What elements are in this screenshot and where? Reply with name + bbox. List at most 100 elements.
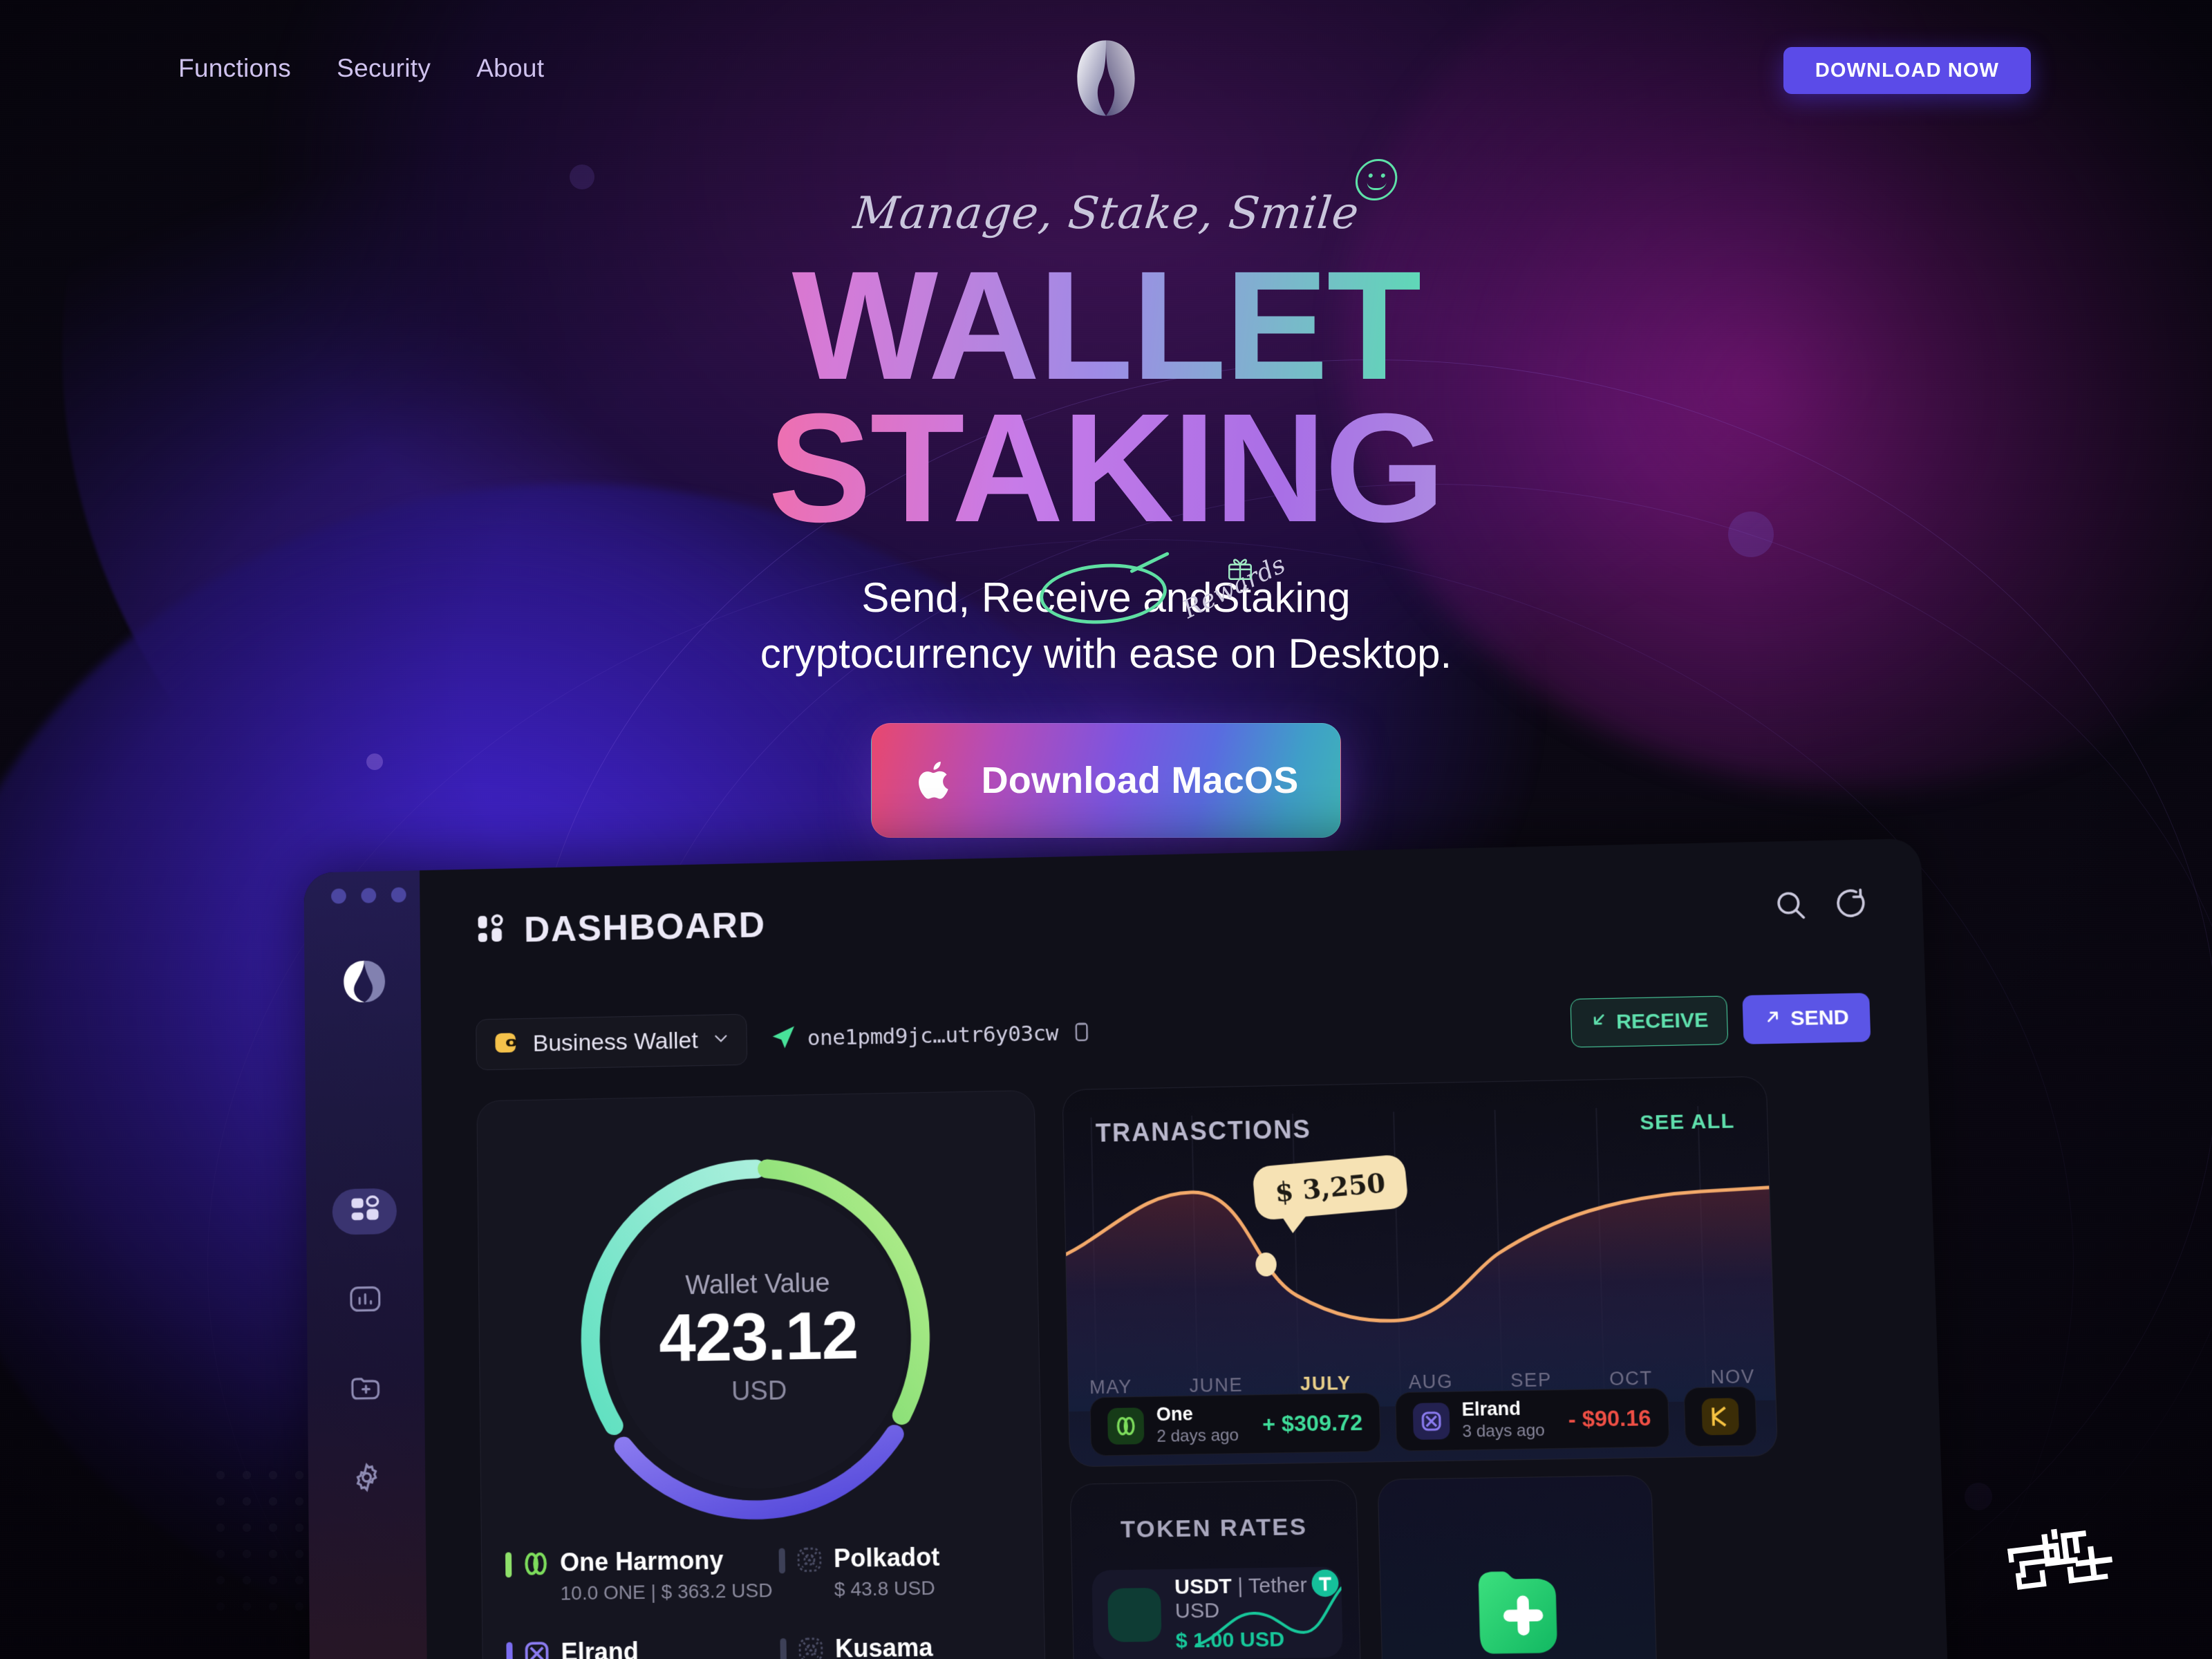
wallet-value-label: Wallet Value bbox=[685, 1268, 830, 1301]
token-name: Kusama bbox=[834, 1632, 933, 1659]
arrow-up-right-icon bbox=[1763, 1007, 1782, 1031]
elrond-icon bbox=[522, 1638, 552, 1659]
transaction-amount: + $309.72 bbox=[1262, 1409, 1363, 1436]
token-color-bar bbox=[506, 1642, 513, 1659]
brand-logo-icon[interactable] bbox=[1061, 33, 1151, 123]
folder-plus-icon bbox=[350, 1374, 382, 1405]
token-rates-title: TOKEN RATES bbox=[1120, 1513, 1308, 1544]
axis-tick-may: MAY bbox=[1089, 1376, 1133, 1398]
kufic-signature-logo bbox=[1998, 1519, 2129, 1595]
search-icon[interactable] bbox=[1773, 888, 1808, 926]
token-rate-row-usdt[interactable]: USDT | Tether USD $ 1.00 USD bbox=[1091, 1566, 1343, 1659]
arrow-down-left-icon bbox=[1589, 1011, 1608, 1035]
hero-tagline: Manage, Stake, Smile bbox=[851, 159, 1399, 239]
dashboard-window: DASHBOARD Business Wallet one1pmd9jc…utr… bbox=[303, 838, 1950, 1659]
page-title: DASHBOARD bbox=[475, 881, 1867, 952]
tether-icon bbox=[1107, 1569, 1339, 1642]
nav-links: Functions Security About bbox=[178, 54, 544, 83]
header-tools bbox=[1773, 887, 1866, 926]
green-plus-folder-icon bbox=[1463, 1553, 1573, 1659]
hero-headline-line1: WALLET bbox=[0, 248, 2212, 403]
token-color-bar bbox=[780, 1638, 787, 1659]
wallet-value-card: Wallet Value 423.12 USD One Harmony 10.0… bbox=[476, 1089, 1048, 1659]
transaction-name: Elrand bbox=[1461, 1398, 1521, 1421]
token-amount: 10.0 ONE | $ 363.2 USD bbox=[560, 1579, 773, 1604]
token-item-polkadot[interactable]: Polkadot $ 43.8 USD bbox=[778, 1541, 1029, 1601]
transaction-row-one[interactable]: One 2 days ago + $309.72 bbox=[1089, 1392, 1381, 1456]
token-name: Polkadot bbox=[833, 1542, 940, 1573]
harmony-icon bbox=[521, 1549, 550, 1579]
kusama-icon bbox=[796, 1635, 826, 1659]
page-root: Functions Security About DOWNLOAD NOW Ma… bbox=[0, 0, 2212, 1659]
dashboard-grid-icon bbox=[349, 1194, 379, 1229]
top-navigation: Functions Security About DOWNLOAD NOW bbox=[0, 0, 2212, 145]
axis-tick-june: JUNE bbox=[1189, 1374, 1244, 1396]
sidebar-item-settings[interactable] bbox=[335, 1455, 400, 1502]
send-button-label: SEND bbox=[1790, 1006, 1850, 1031]
axis-tick-aug: AUG bbox=[1408, 1371, 1454, 1393]
chevron-down-icon bbox=[710, 1028, 731, 1053]
hero-subtitle: Send, Receive andStaking cryptocurrency … bbox=[760, 550, 1452, 682]
wallet-value-amount: 423.12 bbox=[658, 1297, 859, 1376]
sidebar-item-dashboard[interactable] bbox=[332, 1188, 397, 1235]
nav-item-functions[interactable]: Functions bbox=[178, 54, 291, 83]
hero-headline: WALLET STAKING bbox=[0, 248, 2212, 545]
sidebar-nav bbox=[306, 1188, 426, 1503]
estimated-earnings-card: ESTIMATED EARNINGS FROM CURRENT APR bbox=[1377, 1474, 1660, 1659]
wallet-selector-label: Business Wallet bbox=[532, 1027, 698, 1057]
axis-tick-july: JULY bbox=[1300, 1372, 1352, 1395]
download-now-button[interactable]: DOWNLOAD NOW bbox=[1783, 47, 2031, 94]
sidebar-item-statistics[interactable] bbox=[333, 1277, 398, 1324]
transaction-name: One bbox=[1156, 1403, 1194, 1425]
refresh-icon[interactable] bbox=[1833, 887, 1867, 924]
bar-chart-icon bbox=[349, 1284, 381, 1316]
copy-icon[interactable] bbox=[1069, 1019, 1094, 1047]
wallet-actions: RECEIVE SEND bbox=[1570, 993, 1871, 1048]
token-color-bar bbox=[778, 1548, 786, 1574]
send-button[interactable]: SEND bbox=[1742, 993, 1871, 1044]
token-item-elrand[interactable]: Elrand 18.0 ELR | $ 43.8 USD bbox=[506, 1635, 774, 1659]
transaction-row-elrand[interactable]: Elrand 3 days ago - $90.16 bbox=[1394, 1387, 1670, 1452]
kava-icon bbox=[1700, 1398, 1739, 1436]
token-color-bar bbox=[505, 1552, 512, 1578]
receive-button[interactable]: RECEIVE bbox=[1570, 995, 1728, 1048]
smiley-face-icon bbox=[1353, 159, 1399, 200]
dashboard-grid-icon bbox=[475, 913, 507, 949]
transaction-row-kava[interactable] bbox=[1683, 1386, 1757, 1447]
page-title-text: DASHBOARD bbox=[523, 905, 767, 950]
transaction-time: 2 days ago bbox=[1156, 1425, 1239, 1447]
token-rates-card: TOKEN RATES USDT | Tether USD $ 1.00 USD bbox=[1069, 1479, 1364, 1659]
hero-headline-line2: STAKING bbox=[0, 391, 2212, 545]
send-arrow-icon bbox=[770, 1024, 796, 1054]
gift-icon bbox=[1225, 541, 1255, 581]
transactions-line-chart bbox=[1063, 1105, 1777, 1412]
hero-subtitle-line2: cryptocurrency with ease on Desktop. bbox=[760, 630, 1452, 677]
window-traffic-lights bbox=[330, 887, 406, 904]
usdt-sparkline bbox=[1194, 1566, 1343, 1659]
download-macos-button[interactable]: Download MacOS bbox=[871, 723, 1341, 838]
wallet-value-donut-chart: Wallet Value 423.12 USD bbox=[570, 1147, 948, 1530]
wallet-address[interactable]: one1pmd9jc…utr6y03cw bbox=[770, 1018, 1094, 1053]
token-item-kusama[interactable]: Kusama $ 43.8 USD bbox=[780, 1632, 1029, 1659]
dashboard-sidebar bbox=[303, 870, 428, 1659]
wallet-selector[interactable]: Business Wallet bbox=[476, 1013, 747, 1071]
nav-item-about[interactable]: About bbox=[476, 54, 544, 83]
transaction-rows: One 2 days ago + $309.72 Elrand 3 days a… bbox=[1089, 1386, 1757, 1456]
sidebar-item-add-wallet[interactable] bbox=[334, 1366, 399, 1413]
token-name: Elrand bbox=[561, 1636, 639, 1659]
elrond-icon bbox=[1412, 1403, 1450, 1440]
wallet-address-text: one1pmd9jc…utr6y03cw bbox=[807, 1020, 1059, 1051]
wallet-icon bbox=[491, 1028, 521, 1061]
polkadot-icon bbox=[795, 1545, 825, 1575]
sidebar-brand-logo-icon[interactable] bbox=[335, 952, 393, 1011]
apple-logo-icon bbox=[914, 759, 957, 802]
download-macos-label: Download MacOS bbox=[981, 760, 1299, 802]
transactions-title: TRANASCTIONS bbox=[1095, 1114, 1312, 1147]
decor-orb-tiny bbox=[1965, 1483, 1992, 1510]
token-item-one-harmony[interactable]: One Harmony 10.0 ONE | $ 363.2 USD bbox=[505, 1546, 773, 1606]
transactions-card: TRANASCTIONS SEE ALL $ 3,250 MAY JUNE JU… bbox=[1062, 1076, 1779, 1468]
nav-item-security[interactable]: Security bbox=[337, 54, 431, 83]
axis-tick-sep: SEP bbox=[1510, 1369, 1553, 1391]
harmony-icon bbox=[1107, 1407, 1145, 1445]
see-all-link[interactable]: SEE ALL bbox=[1640, 1109, 1735, 1135]
